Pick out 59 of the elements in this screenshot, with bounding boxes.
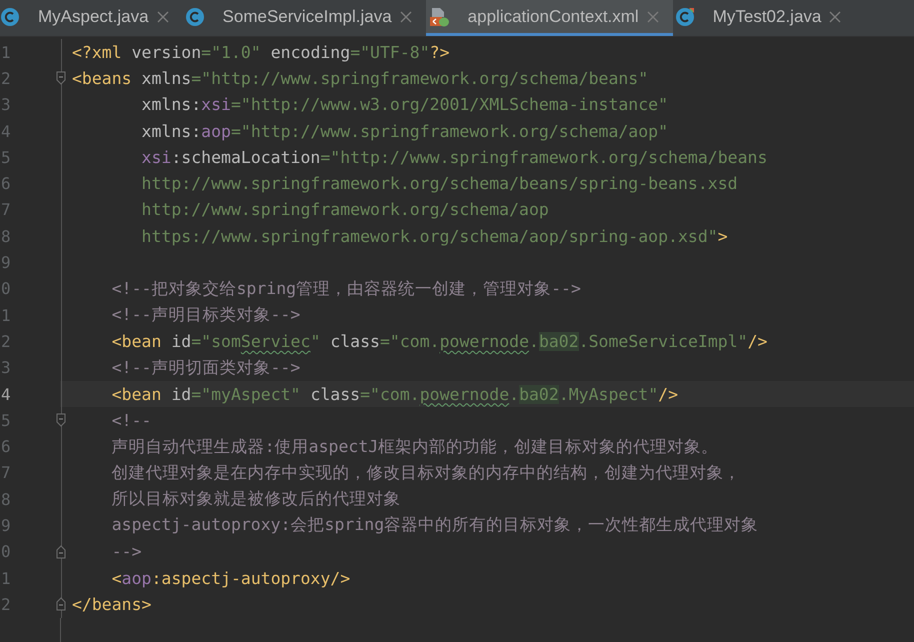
close-icon[interactable] — [156, 10, 169, 22]
fold-icon[interactable] — [56, 597, 66, 612]
code-line: <!--声明目标类对象--> — [110, 304, 300, 326]
line-number: 0 — [1, 279, 12, 298]
fold-icon[interactable] — [56, 413, 66, 428]
line-number: 2 — [1, 68, 12, 88]
close-icon[interactable] — [400, 10, 412, 22]
code-line: <!--把对象交给spring管理，由容器统一创建，管理对象--> — [110, 278, 581, 300]
test-class-icon — [674, 6, 695, 26]
line-number: 7 — [1, 200, 12, 220]
fold-icon[interactable] — [56, 71, 66, 86]
line-number: 0 — [1, 542, 12, 562]
line-number: 4 — [1, 384, 12, 404]
code-line: xmlns:xsi="http://www.w3.org/2001/XMLSchema-instance" — [140, 95, 668, 114]
line-number: 3 — [1, 95, 12, 114]
code-line: xmlns:aop="http://www.springframework.org/schema/aop" — [140, 122, 668, 141]
close-icon[interactable] — [829, 10, 842, 22]
xml-file-icon — [428, 6, 450, 28]
code-line: https://www.springframework.org/schema/aop/spring-aop.xsd"> — [140, 226, 728, 246]
editor-tab[interactable]: applicationContext.xml — [426, 0, 673, 36]
code-line: </beans> — [72, 594, 152, 614]
code-line: 所以目标对象就是被修改后的代理对象 — [110, 488, 401, 510]
line-number: 1 — [1, 306, 12, 325]
fold-icon[interactable] — [56, 544, 66, 559]
code-line: 声明自动代理生成器:使用aspectJ框架内部的功能，创建目标对象的代理对象。 — [110, 436, 718, 458]
code-line: <?xml version="1.0" encoding="UTF-8"?> — [72, 42, 450, 62]
line-number: 1 — [1, 568, 12, 588]
tab-label: MyAspect.java — [37, 6, 149, 26]
code-line: <aop:aspectj-autoproxy/> — [110, 568, 350, 588]
code-line: xsi:schemaLocation="http://www.springframework.org/schema/beans — [140, 148, 768, 167]
code-line: http://www.springframework.org/schema/aop — [140, 200, 549, 220]
line-number: 3 — [1, 358, 12, 378]
line-number: 5 — [1, 410, 12, 430]
line-number: 2 — [1, 332, 12, 351]
line-number: 6 — [1, 437, 12, 456]
line-number: 9 — [1, 253, 12, 272]
code-line: <!--声明切面类对象--> — [110, 356, 300, 379]
tab-label: MyTest02.java — [712, 6, 822, 26]
line-number: 2 — [1, 594, 12, 614]
code-line: <beans xmlns="http://www.springframework.org/schema/beans" — [72, 68, 648, 88]
line-number: 6 — [1, 174, 12, 194]
line-number: 8 — [1, 226, 12, 246]
line-number: 9 — [1, 516, 12, 535]
code-line: --> — [110, 542, 142, 562]
code-line: <bean id="somServiec" class="com.powernode.ba02.SomeServiceImpl"/> — [110, 332, 768, 351]
line-number: 1 — [1, 42, 12, 62]
code-line: <!-- — [110, 410, 152, 430]
tab-label: applicationContext.xml — [466, 6, 639, 26]
code-line: 创建代理对象是在内存中实现的，修改目标对象的内存中的结构，创建为代理对象， — [110, 462, 741, 484]
line-number: 7 — [1, 463, 12, 482]
code-line: http://www.springframework.org/schema/beans/spring-beans.xsd — [140, 174, 738, 194]
class-icon — [0, 6, 20, 26]
line-number: 8 — [1, 490, 12, 509]
class-icon — [184, 6, 205, 26]
line-number: 4 — [1, 122, 12, 141]
tab-label: SomeServiceImpl.java — [222, 6, 392, 26]
code-line: aspectj-autoproxy:会把spring容器中的所有的目标对象，一次性都生成代理对象 — [110, 514, 758, 536]
code-line: <bean id="myAspect" class="com.powernode.ba02.MyAspect"/> — [110, 384, 678, 404]
line-number: 5 — [1, 148, 12, 167]
